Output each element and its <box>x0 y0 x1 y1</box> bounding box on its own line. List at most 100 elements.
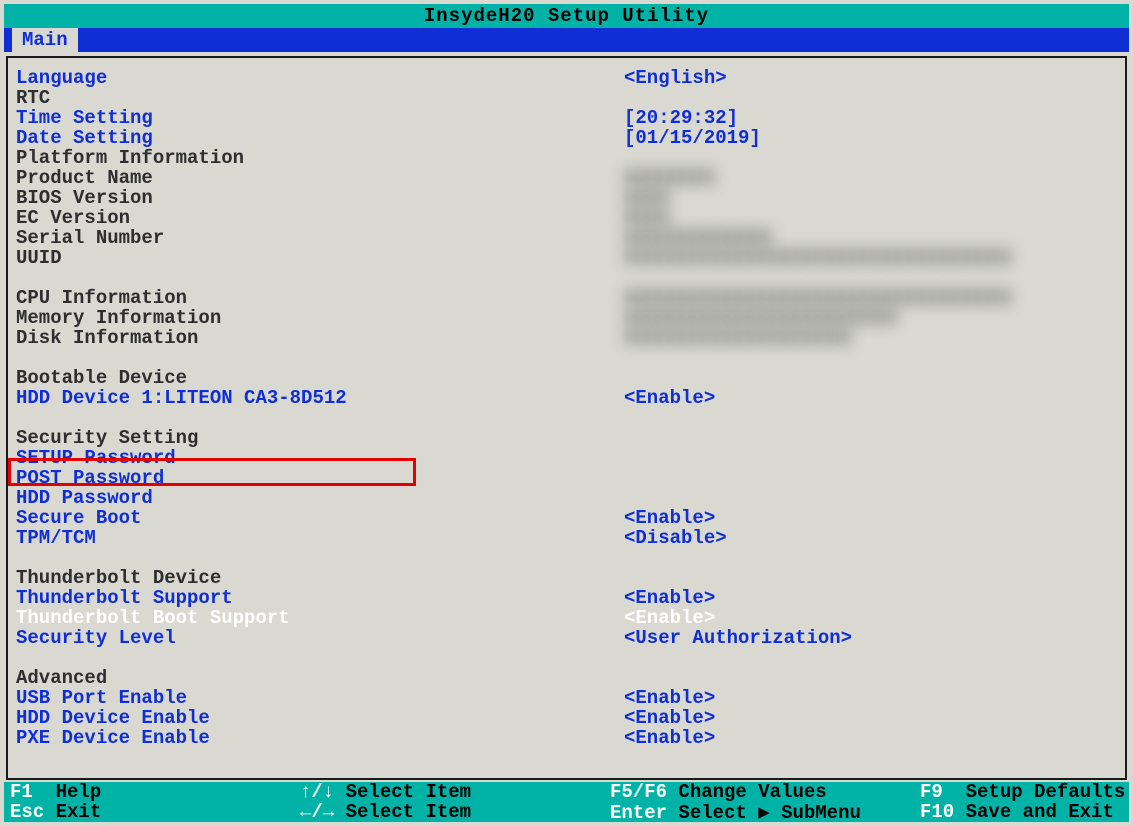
setting-value[interactable] <box>624 468 1119 488</box>
setting-label: HDD Device Enable <box>14 708 624 728</box>
setting-row <box>14 268 1119 288</box>
setting-row[interactable]: POST Password <box>14 468 1119 488</box>
setting-value[interactable]: <Disable> <box>624 528 1119 548</box>
setting-value: XXXX <box>624 208 1119 228</box>
setting-value[interactable]: [01/15/2019] <box>624 128 1119 148</box>
setting-label: POST Password <box>14 468 624 488</box>
setting-label: Bootable Device <box>14 368 624 388</box>
setting-row[interactable]: SETUP Password <box>14 448 1119 468</box>
setting-row[interactable]: USB Port Enable<Enable> <box>14 688 1119 708</box>
setting-value <box>624 568 1119 588</box>
setting-value[interactable] <box>624 448 1119 468</box>
setting-label: RTC <box>14 88 624 108</box>
setting-label: EC Version <box>14 208 624 228</box>
setting-value <box>624 648 1119 668</box>
footer-leftright-select: ←/→ Select Item <box>294 801 604 823</box>
setting-label: Secure Boot <box>14 508 624 528</box>
setting-value[interactable]: <Enable> <box>624 728 1119 748</box>
setting-value: XXXXXXXX <box>624 168 1119 188</box>
setting-value[interactable]: <Enable> <box>624 608 1119 628</box>
setting-row[interactable]: Time Setting[20:29:32] <box>14 108 1119 128</box>
setting-row[interactable]: Language<English> <box>14 68 1119 88</box>
setting-label: HDD Device 1:LITEON CA3-8D512 <box>14 388 624 408</box>
setting-row[interactable]: Security Level<User Authorization> <box>14 628 1119 648</box>
setting-row: Product NameXXXXXXXX <box>14 168 1119 188</box>
setting-row[interactable]: HDD Password <box>14 488 1119 508</box>
setting-label: Product Name <box>14 168 624 188</box>
setting-value[interactable]: <Enable> <box>624 588 1119 608</box>
setting-row: RTC <box>14 88 1119 108</box>
setting-label: Thunderbolt Device <box>14 568 624 588</box>
setting-row[interactable]: PXE Device Enable<Enable> <box>14 728 1119 748</box>
setting-value[interactable]: <User Authorization> <box>624 628 1119 648</box>
setting-value[interactable]: <Enable> <box>624 508 1119 528</box>
setting-value <box>624 668 1119 688</box>
setting-value[interactable]: <Enable> <box>624 388 1119 408</box>
setting-value <box>624 268 1119 288</box>
setting-label <box>14 408 624 428</box>
setting-value[interactable] <box>624 488 1119 508</box>
setting-label: CPU Information <box>14 288 624 308</box>
title-bar: InsydeH20 Setup Utility <box>4 4 1129 28</box>
setting-label: TPM/TCM <box>14 528 624 548</box>
setting-label <box>14 268 624 288</box>
tab-bar: Main <box>4 28 1129 52</box>
bios-screen: InsydeH20 Setup Utility Main Language<En… <box>0 0 1133 826</box>
setting-label: Security Setting <box>14 428 624 448</box>
setting-value <box>624 408 1119 428</box>
setting-label: Thunderbolt Boot Support <box>14 608 624 628</box>
setting-label <box>14 348 624 368</box>
setting-value <box>624 428 1119 448</box>
setting-value: XXXXXXXXXXXXXXXXXXXXXXXXXXXXXXXXXX <box>624 248 1119 268</box>
setting-row: BIOS VersionXXXX <box>14 188 1119 208</box>
main-panel: Language<English>RTCTime Setting[20:29:3… <box>6 56 1127 780</box>
setting-label: USB Port Enable <box>14 688 624 708</box>
setting-row: Platform Information <box>14 148 1119 168</box>
footer-help-bar: F1 Help ↑/↓ Select Item F5/F6 Change Val… <box>4 782 1129 822</box>
tab-main[interactable]: Main <box>12 28 78 52</box>
setting-label: Thunderbolt Support <box>14 588 624 608</box>
footer-enter-submenu: Enter Select ▶ SubMenu <box>604 801 914 824</box>
setting-label: BIOS Version <box>14 188 624 208</box>
setting-label: Advanced <box>14 668 624 688</box>
setting-row: Bootable Device <box>14 368 1119 388</box>
setting-value: XXXX <box>624 188 1119 208</box>
setting-row: CPU InformationXXXXXXXXXXXXXXXXXXXXXXXXX… <box>14 288 1119 308</box>
footer-f1-help: F1 Help <box>4 781 294 803</box>
setting-value[interactable]: <English> <box>624 68 1119 88</box>
setting-value[interactable]: <Enable> <box>624 688 1119 708</box>
setting-row: UUIDXXXXXXXXXXXXXXXXXXXXXXXXXXXXXXXXXX <box>14 248 1119 268</box>
setting-value: XXXXXXXXXXXXXXXXXXXXXXXX <box>624 308 1119 328</box>
setting-row[interactable]: HDD Device 1:LITEON CA3-8D512<Enable> <box>14 388 1119 408</box>
footer-f9-defaults: F9 Setup Defaults <box>914 781 1129 803</box>
setting-label: Serial Number <box>14 228 624 248</box>
setting-row: Disk InformationXXXXXXXXXXXXXXXXXXXX <box>14 328 1119 348</box>
setting-label: UUID <box>14 248 624 268</box>
setting-row: EC VersionXXXX <box>14 208 1119 228</box>
setting-row: Security Setting <box>14 428 1119 448</box>
setting-row[interactable]: Thunderbolt Boot Support<Enable> <box>14 608 1119 628</box>
footer-updown-select: ↑/↓ Select Item <box>294 781 604 803</box>
setting-value <box>624 368 1119 388</box>
setting-value <box>624 548 1119 568</box>
footer-f10-save: F10 Save and Exit <box>914 801 1129 823</box>
setting-row[interactable]: Thunderbolt Support<Enable> <box>14 588 1119 608</box>
setting-row: Thunderbolt Device <box>14 568 1119 588</box>
setting-row[interactable]: Secure Boot<Enable> <box>14 508 1119 528</box>
setting-row: Memory InformationXXXXXXXXXXXXXXXXXXXXXX… <box>14 308 1119 328</box>
setting-row[interactable]: HDD Device Enable<Enable> <box>14 708 1119 728</box>
setting-value[interactable]: <Enable> <box>624 708 1119 728</box>
setting-label: Disk Information <box>14 328 624 348</box>
setting-value: XXXXXXXXXXXXXXXXXXXX <box>624 328 1119 348</box>
setting-row[interactable]: Date Setting[01/15/2019] <box>14 128 1119 148</box>
app-title: InsydeH20 Setup Utility <box>424 5 709 27</box>
setting-row: Serial NumberXXXXXXXXXXXXX <box>14 228 1119 248</box>
setting-row <box>14 548 1119 568</box>
setting-label <box>14 648 624 668</box>
footer-esc-exit: Esc Exit <box>4 801 294 823</box>
setting-value[interactable]: [20:29:32] <box>624 108 1119 128</box>
setting-row[interactable]: TPM/TCM<Disable> <box>14 528 1119 548</box>
setting-label: Date Setting <box>14 128 624 148</box>
setting-value <box>624 88 1119 108</box>
setting-value <box>624 148 1119 168</box>
